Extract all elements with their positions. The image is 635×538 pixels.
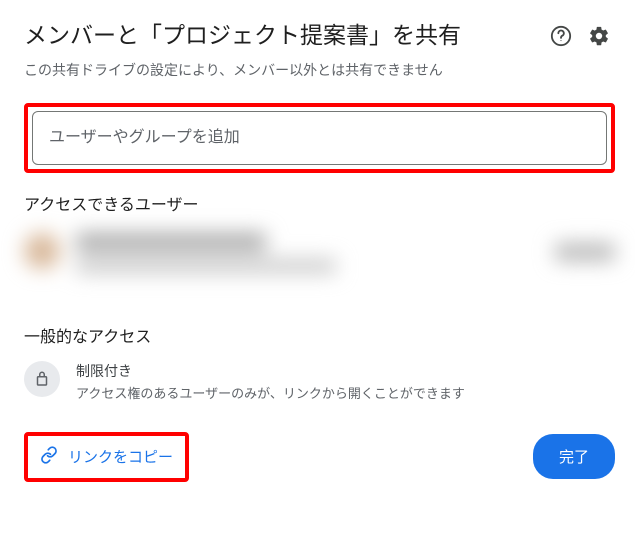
help-icon[interactable] [549, 24, 573, 48]
done-button[interactable]: 完了 [533, 434, 615, 479]
user-row-blurred [24, 223, 615, 305]
highlight-add-users [24, 103, 615, 173]
copy-link-button[interactable]: リンクをコピー [28, 436, 185, 478]
add-users-input[interactable] [32, 111, 607, 165]
link-icon [40, 446, 58, 468]
dialog-title: メンバーと「プロジェクト提案書」を共有 [24, 20, 461, 51]
gear-icon[interactable] [587, 24, 611, 48]
access-users-heading: アクセスできるユーザー [24, 191, 615, 215]
highlight-copy-link: リンクをコピー [24, 432, 189, 482]
general-access-heading: 一般的なアクセス [24, 323, 615, 347]
dialog-subtitle: この共有ドライブの設定により、メンバー以外とは共有できません [24, 61, 615, 81]
general-access-desc: アクセス権のあるユーザーのみが、リンクから開くことができます [76, 383, 465, 402]
general-access-title[interactable]: 制限付き [76, 361, 465, 381]
lock-icon [24, 361, 60, 397]
copy-link-label: リンクをコピー [68, 446, 173, 467]
avatar [24, 233, 60, 269]
